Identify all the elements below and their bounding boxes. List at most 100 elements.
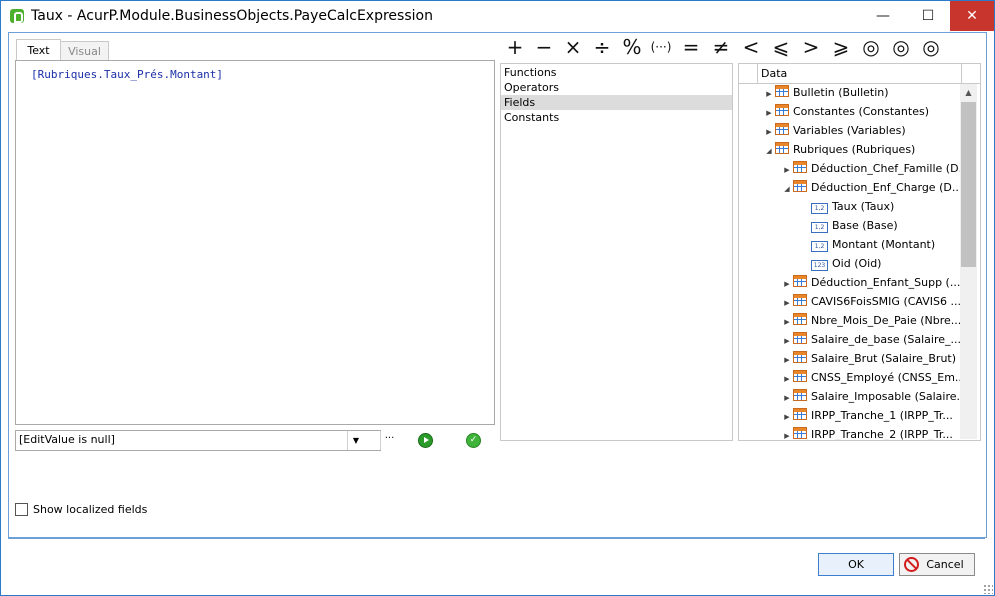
scroll-up-arrow[interactable]: ▲ bbox=[960, 84, 977, 101]
table-icon bbox=[793, 332, 807, 344]
op-less-button[interactable]: < bbox=[736, 36, 766, 58]
tree-row[interactable]: 1,2 Montant (Montant) bbox=[799, 235, 935, 254]
expand-toggle-icon[interactable]: ◢ bbox=[781, 180, 793, 199]
tree-row[interactable]: 1,2 Base (Base) bbox=[799, 216, 898, 235]
tree-row[interactable]: ▶ Salaire_de_base (Salaire_... bbox=[781, 330, 961, 349]
tree-row-label: IRPP_Tranche_1 (IRPP_Tr... bbox=[811, 409, 953, 422]
table-icon bbox=[775, 142, 789, 154]
table-icon bbox=[775, 123, 789, 135]
numeric-field-icon: 1,2 bbox=[811, 241, 828, 252]
table-icon bbox=[793, 389, 807, 401]
category-operators[interactable]: Operators bbox=[501, 80, 732, 95]
window-title: Taux - AcurP.Module.BusinessObjects.Paye… bbox=[31, 8, 433, 24]
category-fields[interactable]: Fields bbox=[501, 95, 732, 110]
tree-row[interactable]: ▶ Déduction_Enfant_Supp (... bbox=[781, 273, 960, 292]
op-less-or-equal-button[interactable]: ⩽ bbox=[766, 36, 796, 58]
cancel-icon bbox=[904, 557, 919, 572]
show-localized-fields-checkbox[interactable] bbox=[15, 503, 28, 516]
op-parentheses-button[interactable]: (···) bbox=[646, 36, 676, 58]
tree-scrollbar[interactable]: ▲ bbox=[960, 84, 977, 439]
tree-row[interactable]: ◢ Rubriques (Rubriques) bbox=[763, 140, 915, 159]
tree-row-label: Montant (Montant) bbox=[832, 238, 936, 251]
op-and-button[interactable]: ◎ bbox=[856, 36, 886, 58]
op-modulo-button[interactable]: % bbox=[617, 36, 647, 58]
tree-row-label: Salaire_de_base (Salaire_... bbox=[811, 333, 961, 346]
tree-row-label: Taux (Taux) bbox=[832, 200, 895, 213]
op-greater-button[interactable]: > bbox=[796, 36, 826, 58]
play-icon[interactable] bbox=[418, 433, 433, 448]
show-localized-fields-label: Show localized fields bbox=[33, 503, 148, 516]
tree-row-label: Déduction_Chef_Famille (D... bbox=[811, 162, 970, 175]
tree-row[interactable]: ◢ Déduction_Enf_Charge (D... bbox=[781, 178, 962, 197]
op-greater-or-equal-button[interactable]: ⩾ bbox=[826, 36, 856, 58]
category-list: Functions Operators Fields Constants bbox=[500, 63, 733, 441]
tree-row[interactable]: ▶ IRPP_Tranche_1 (IRPP_Tr... bbox=[781, 406, 953, 425]
tree-row-label: Oid (Oid) bbox=[832, 257, 882, 270]
tree-row[interactable]: ▶ Bulletin (Bulletin) bbox=[763, 83, 889, 102]
tree-row[interactable]: ▶ Salaire_Brut (Salaire_Brut) bbox=[781, 349, 956, 368]
tree-row-label: Constantes (Constantes) bbox=[793, 105, 929, 118]
table-icon bbox=[793, 408, 807, 420]
op-multiply-button[interactable]: × bbox=[558, 36, 588, 58]
ellipsis-button[interactable]: ··· bbox=[380, 431, 398, 450]
numeric-field-icon: 1,2 bbox=[811, 203, 828, 214]
tree-row[interactable]: ▶ Salaire_Imposable (Salaire... bbox=[781, 387, 967, 406]
table-icon bbox=[793, 427, 807, 439]
validate-check-icon[interactable]: ✓ bbox=[466, 433, 481, 448]
chevron-down-icon[interactable]: ▼ bbox=[347, 431, 364, 450]
combo-value: [EditValue is null] bbox=[19, 433, 115, 446]
data-tree: Data ▶ Bulletin (Bulletin) ▶ Constantes (Co… bbox=[738, 63, 981, 441]
ok-button[interactable]: OK bbox=[818, 553, 894, 576]
table-icon bbox=[793, 313, 807, 325]
close-button[interactable]: ✕ bbox=[950, 1, 994, 31]
category-functions[interactable]: Functions bbox=[501, 65, 732, 80]
tab-text[interactable]: Text bbox=[16, 39, 61, 62]
numeric-field-icon: 123 bbox=[811, 260, 828, 271]
op-not-button[interactable]: ◎ bbox=[916, 36, 946, 58]
scroll-thumb[interactable] bbox=[961, 102, 976, 267]
op-or-button[interactable]: ◎ bbox=[886, 36, 916, 58]
expression-text: [Rubriques.Taux_Prés.Montant] bbox=[31, 68, 224, 81]
tree-row-label: Salaire_Imposable (Salaire... bbox=[811, 390, 967, 403]
table-icon bbox=[793, 294, 807, 306]
expand-toggle-icon[interactable]: ▶ bbox=[781, 427, 793, 440]
value-combo[interactable]: [EditValue is null] ▼ ··· bbox=[15, 430, 394, 451]
tree-row[interactable]: ▶ Variables (Variables) bbox=[763, 121, 906, 140]
tree-row[interactable]: ▶ Nbre_Mois_De_Paie (Nbre... bbox=[781, 311, 961, 330]
category-constants[interactable]: Constants bbox=[501, 110, 732, 125]
tree-row[interactable]: ▶ CAVIS6FoisSMIG (CAVIS6 ... bbox=[781, 292, 961, 311]
tree-row-label: Nbre_Mois_De_Paie (Nbre... bbox=[811, 314, 962, 327]
op-plus-button[interactable]: + bbox=[500, 36, 530, 58]
tree-header: Data bbox=[739, 64, 980, 84]
tree-row[interactable]: 123 Oid (Oid) bbox=[799, 254, 881, 273]
tab-visual[interactable]: Visual bbox=[60, 41, 109, 62]
table-icon bbox=[793, 351, 807, 363]
tree-row[interactable]: ▶ Déduction_Chef_Famille (D... bbox=[781, 159, 969, 178]
cancel-label: Cancel bbox=[926, 558, 964, 571]
tree-row-label: Salaire_Brut (Salaire_Brut) bbox=[811, 352, 957, 365]
expression-editor[interactable]: [Rubriques.Taux_Prés.Montant] bbox=[15, 60, 495, 425]
tree-row[interactable]: ▶ Constantes (Constantes) bbox=[763, 102, 929, 121]
tree-row-label: Bulletin (Bulletin) bbox=[793, 86, 889, 99]
tree-row[interactable]: ▶ CNSS_Employé (CNSS_Em... bbox=[781, 368, 965, 387]
op-not-equal-button[interactable]: ≠ bbox=[706, 36, 736, 58]
op-divide-button[interactable]: ÷ bbox=[587, 36, 617, 58]
tree-row[interactable]: 1,2 Taux (Taux) bbox=[799, 197, 894, 216]
table-icon bbox=[793, 161, 807, 173]
op-equal-button[interactable]: = bbox=[676, 36, 706, 58]
expand-toggle-icon[interactable]: ◢ bbox=[763, 142, 775, 161]
cancel-button[interactable]: Cancel bbox=[899, 553, 975, 576]
tree-row-label: Déduction_Enfant_Supp (... bbox=[811, 276, 961, 289]
header-indicator-cell bbox=[739, 64, 758, 83]
tree-row-label: IRPP_Tranche_2 (IRPP_Tr... bbox=[811, 428, 953, 441]
tree-row[interactable]: ▶ IRPP_Tranche_2 (IRPP_Tr... bbox=[781, 425, 953, 441]
tree-row-label: Déduction_Enf_Charge (D... bbox=[811, 181, 963, 194]
table-icon bbox=[793, 370, 807, 382]
minimize-button[interactable]: — bbox=[861, 1, 905, 31]
numeric-field-icon: 1,2 bbox=[811, 222, 828, 233]
maximize-button[interactable]: ☐ bbox=[906, 1, 950, 31]
resize-grip[interactable] bbox=[983, 584, 993, 594]
op-minus-button[interactable]: − bbox=[529, 36, 559, 58]
title-bar[interactable]: Taux - AcurP.Module.BusinessObjects.Paye… bbox=[1, 1, 994, 32]
tree-row-label: Rubriques (Rubriques) bbox=[793, 143, 916, 156]
